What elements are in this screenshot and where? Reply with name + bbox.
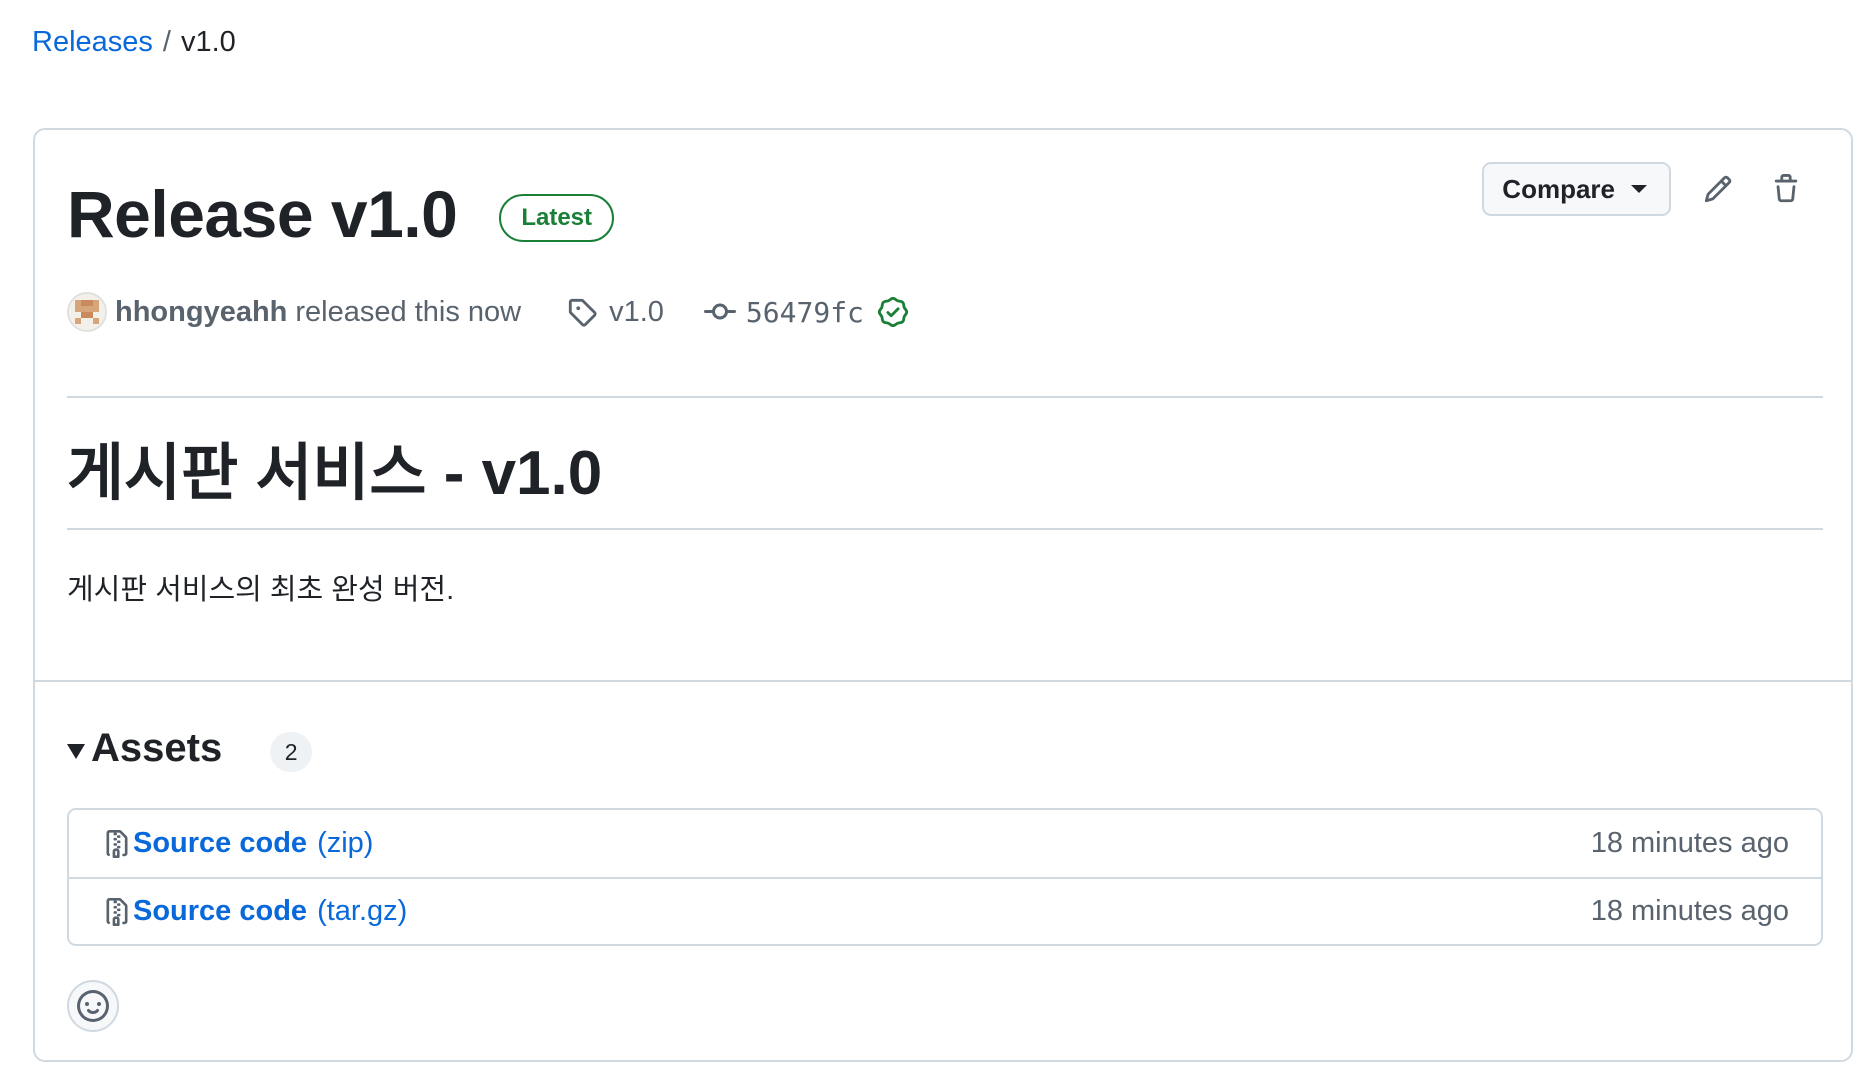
release-notes-heading: 게시판 서비스 - v1.0 — [67, 439, 603, 508]
tag-link[interactable]: v1.0 — [567, 296, 664, 329]
compare-button[interactable]: Compare — [1482, 162, 1671, 216]
tag-label: v1.0 — [609, 295, 664, 328]
asset-ext: (tar.gz) — [317, 895, 408, 927]
commit-link[interactable]: 56479fc — [703, 295, 908, 329]
assets-count-badge: 2 — [270, 732, 313, 772]
add-reaction-button[interactable] — [67, 980, 119, 1032]
asset-name: Source code — [133, 895, 308, 927]
trash-icon — [1774, 174, 1798, 203]
release-title: Release v1.0 — [67, 177, 458, 251]
breadcrumb-separator: / — [162, 26, 171, 58]
compare-button-label: Compare — [1502, 173, 1615, 204]
delete-button[interactable] — [1765, 168, 1807, 210]
release-actions: Compare — [1482, 162, 1807, 216]
asset-ext: (zip) — [317, 827, 374, 859]
release-header: Release v1.0 Latest — [67, 174, 615, 254]
asset-time: 18 minutes ago — [1590, 895, 1789, 927]
card-section-divider — [35, 680, 1851, 682]
tag-icon — [568, 298, 597, 327]
edit-button[interactable] — [1697, 168, 1739, 210]
breadcrumb: Releases / v1.0 — [32, 22, 236, 62]
meta-divider — [67, 396, 1823, 398]
identicon-image — [69, 294, 105, 330]
asset-name: Source code — [133, 827, 308, 859]
release-notes-body: 게시판 서비스의 최초 완성 버전. — [67, 574, 455, 606]
file-zip-icon — [106, 897, 128, 926]
assets-list: Source code (zip) 18 minutes ago Source … — [67, 808, 1823, 946]
verified-badge-icon — [877, 297, 908, 327]
assets-title: Assets — [91, 726, 223, 770]
released-text: released this now — [295, 295, 522, 328]
smiley-icon — [77, 990, 109, 1022]
asset-time: 18 minutes ago — [1590, 827, 1789, 859]
asset-row: Source code (tar.gz) 18 minutes ago — [69, 877, 1821, 944]
file-zip-icon — [106, 829, 128, 858]
triangle-down-icon — [67, 743, 85, 759]
asset-link-zip[interactable]: Source code (zip) — [103, 827, 373, 860]
latest-badge: Latest — [499, 194, 615, 242]
heading-divider — [67, 528, 1823, 530]
author-link[interactable]: hhongyeahh — [115, 296, 287, 329]
caret-down-icon — [1631, 185, 1647, 193]
release-meta: hhongyeahh released this now v1.0 56479f… — [67, 288, 908, 336]
release-card: Release v1.0 Latest Compare hhongyeahh r… — [33, 128, 1853, 1062]
asset-row: Source code (zip) 18 minutes ago — [69, 810, 1821, 877]
asset-link-targz[interactable]: Source code (tar.gz) — [103, 895, 407, 928]
assets-toggle[interactable]: Assets 2 — [67, 722, 313, 774]
avatar[interactable] — [67, 292, 107, 332]
verified-icon[interactable] — [877, 297, 908, 327]
breadcrumb-releases-link[interactable]: Releases — [32, 26, 153, 58]
commit-hash: 56479fc — [745, 295, 864, 329]
commit-icon — [703, 303, 736, 320]
pencil-icon — [1704, 175, 1732, 203]
breadcrumb-current: v1.0 — [180, 26, 236, 58]
